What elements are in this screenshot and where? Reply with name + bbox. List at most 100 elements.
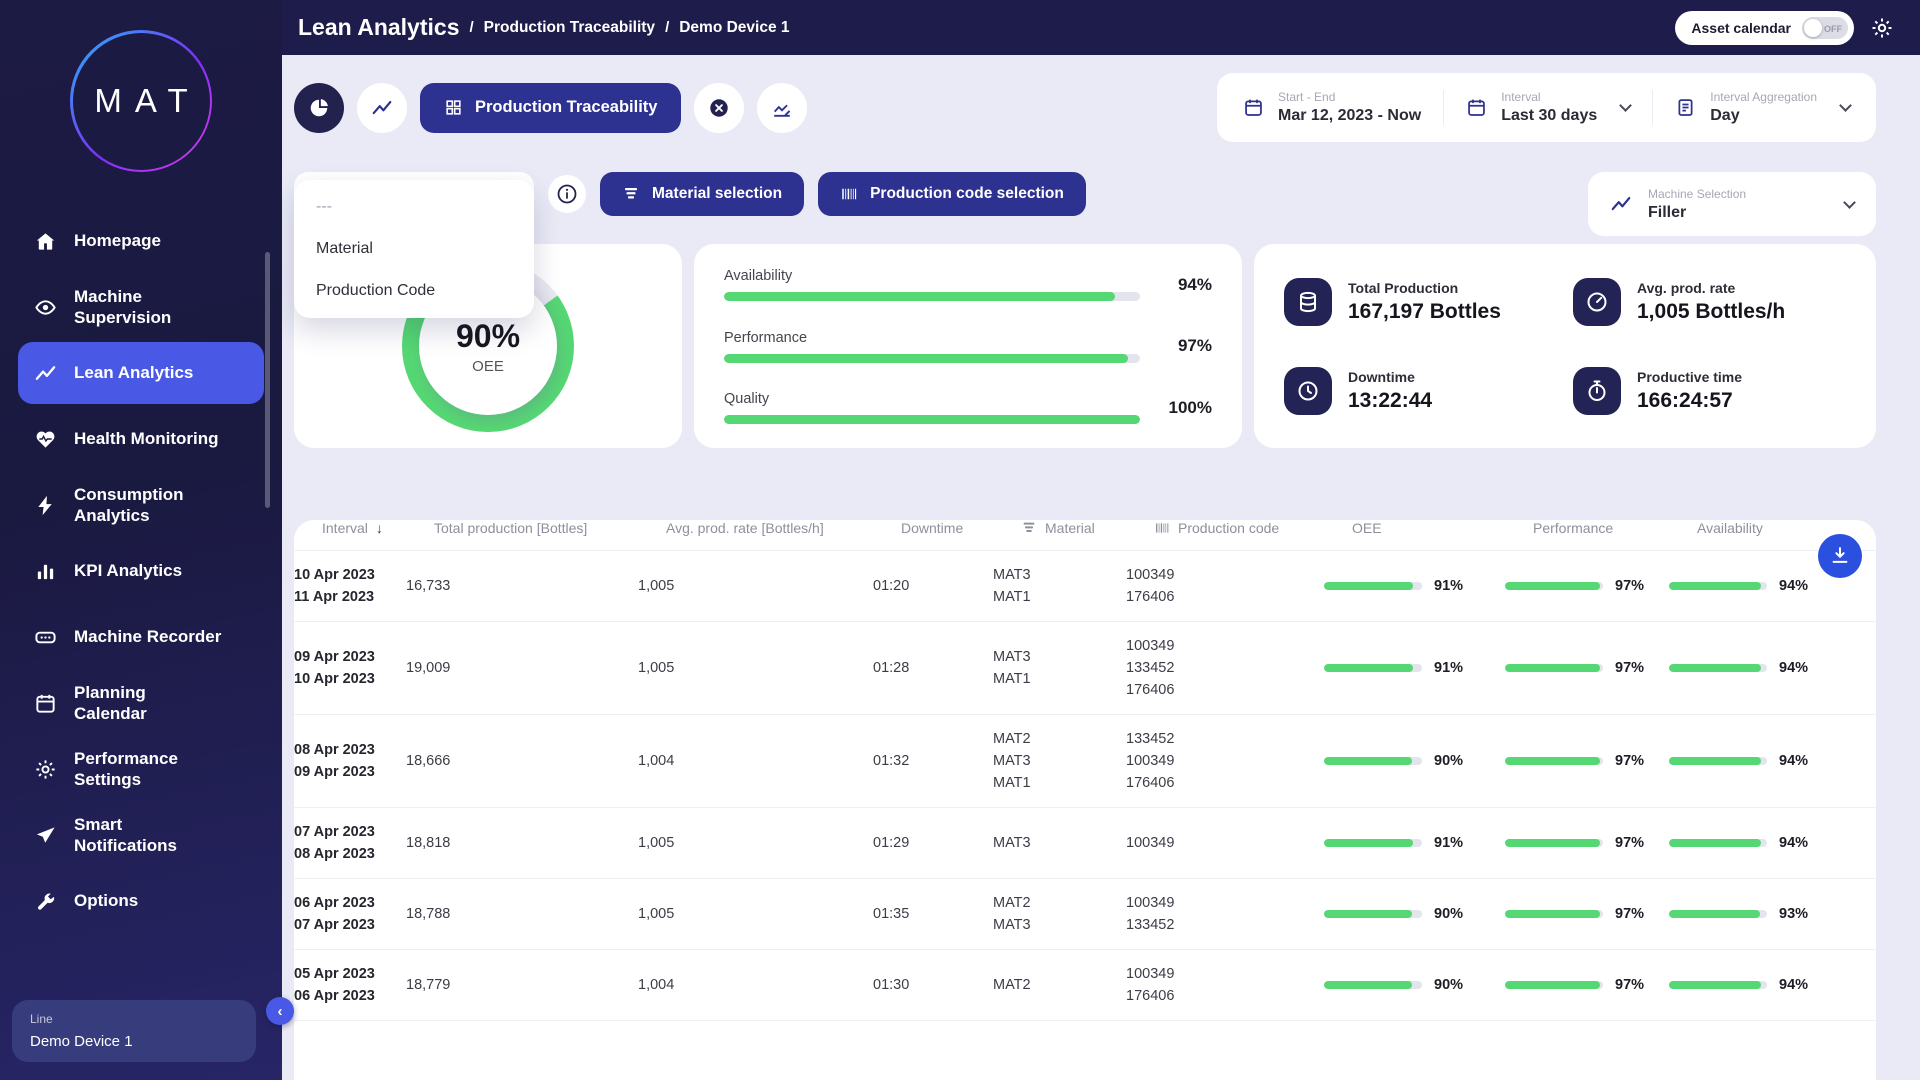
cell-interval: 10 Apr 202311 Apr 2023 — [294, 564, 406, 608]
machine-selection-dropdown[interactable]: Machine Selection Filler — [1588, 172, 1876, 236]
column-material[interactable]: Material — [1021, 520, 1154, 536]
breadcrumb-section[interactable]: Production Traceability — [484, 19, 655, 37]
metrics-card: Availability 94% Performance 97% Quality… — [694, 244, 1242, 448]
trend-icon — [34, 362, 57, 385]
cell-interval: 06 Apr 202307 Apr 2023 — [294, 892, 406, 936]
line-chart-view-button[interactable] — [357, 83, 407, 133]
oee-progress-bar — [1324, 839, 1422, 847]
table-row[interactable]: 06 Apr 202307 Apr 2023 18,788 1,005 01:3… — [294, 878, 1876, 949]
column-avg-prod-rate[interactable]: Avg. prod. rate [Bottles/h] — [666, 520, 901, 536]
availability-percent: 94% — [1779, 657, 1808, 679]
breadcrumb-device[interactable]: Demo Device 1 — [679, 19, 789, 37]
interval-end-date: 09 Apr 2023 — [294, 761, 406, 783]
cell-performance: 97% — [1505, 974, 1669, 996]
oee-percent: 90% — [1434, 903, 1463, 925]
kpi-downtime: Downtime 13:22:44 — [1284, 359, 1557, 422]
barcode-icon — [840, 185, 858, 203]
kpi-value: 13:22:44 — [1348, 389, 1432, 413]
toolbar-row: Production Traceability Start - End Mar … — [294, 73, 1876, 142]
sidebar-collapse-button[interactable]: ‹ — [266, 997, 294, 1025]
sidebar-item-machine-recorder[interactable]: Machine Recorder — [18, 606, 264, 668]
breadcrumb: Lean Analytics Production Traceability D… — [298, 14, 790, 41]
production-code-value: 176406 — [1126, 586, 1324, 608]
table-row[interactable]: 05 Apr 202306 Apr 2023 18,779 1,004 01:3… — [294, 949, 1876, 1020]
column-production-code[interactable]: Production code — [1154, 520, 1352, 536]
production-code-value: 133452 — [1126, 657, 1324, 679]
download-button[interactable] — [1818, 534, 1862, 578]
calendar-icon — [34, 692, 57, 715]
production-traceability-button[interactable]: Production Traceability — [420, 83, 681, 133]
sidebar: MAT Homepage Machine Supervision Lean An… — [0, 0, 282, 1080]
cell-total-production: 18,779 — [406, 974, 638, 996]
sidebar-item-options[interactable]: Options — [18, 870, 264, 932]
date-range-picker[interactable]: Start - End Mar 12, 2023 - Now — [1221, 90, 1443, 125]
oee-progress-bar — [1324, 757, 1422, 765]
cell-production-code: 100349176406 — [1126, 963, 1324, 1007]
interval-end-date: 08 Apr 2023 — [294, 843, 406, 865]
column-total-production[interactable]: Total production [Bottles] — [434, 520, 666, 536]
sidebar-item-homepage[interactable]: Homepage — [18, 210, 264, 272]
info-button[interactable] — [548, 175, 586, 213]
trend-icon — [371, 97, 393, 119]
cell-oee: 91% — [1324, 832, 1505, 854]
download-icon — [1829, 544, 1851, 569]
interval-start-date: 05 Apr 2023 — [294, 963, 406, 985]
interval-dropdown[interactable]: Interval Last 30 days — [1443, 90, 1652, 125]
cell-material: MAT2MAT3 — [993, 892, 1126, 936]
breadcrumb-root[interactable]: Lean Analytics — [298, 14, 459, 41]
column-downtime[interactable]: Downtime — [901, 520, 1021, 536]
logo-ring: MAT — [70, 30, 212, 172]
chart-settings-button[interactable] — [757, 83, 807, 133]
sidebar-item-smart-notifications[interactable]: Smart Notifications — [18, 804, 264, 866]
timer-icon — [1573, 367, 1621, 415]
oee-value: 90% — [456, 318, 520, 355]
availability-percent: 94% — [1779, 974, 1808, 996]
performance-progress-bar — [1505, 757, 1603, 765]
asset-calendar-switch[interactable]: OFF — [1802, 17, 1848, 39]
cell-availability: 94% — [1669, 575, 1876, 597]
device-card[interactable]: Line Demo Device 1 — [12, 1000, 256, 1062]
aggregation-texts: Interval Aggregation Day — [1710, 90, 1817, 125]
sidebar-item-planning-calendar[interactable]: Planning Calendar — [18, 672, 264, 734]
sidebar-item-performance-settings[interactable]: Performance Settings — [18, 738, 264, 800]
interval-start-date: 06 Apr 2023 — [294, 892, 406, 914]
menu-option-material[interactable]: Material — [294, 228, 534, 270]
kpi-value: 167,197 Bottles — [1348, 300, 1501, 324]
settings-gear-icon[interactable] — [1870, 16, 1894, 40]
material-selection-button[interactable]: Material selection — [600, 172, 804, 216]
sidebar-scrollbar[interactable] — [265, 252, 270, 508]
table-row[interactable]: 07 Apr 202308 Apr 2023 18,818 1,005 01:2… — [294, 807, 1876, 878]
table-row[interactable]: 10 Apr 202311 Apr 2023 16,733 1,005 01:2… — [294, 550, 1876, 621]
clear-selection-button[interactable] — [694, 83, 744, 133]
sidebar-item-consumption-analytics[interactable]: Consumption Analytics — [18, 474, 264, 536]
column-performance[interactable]: Performance — [1533, 520, 1697, 536]
calendar-icon — [1243, 97, 1264, 118]
table-row-divider — [294, 1020, 1876, 1021]
sidebar-item-health-monitoring[interactable]: Health Monitoring — [18, 408, 264, 470]
table-row[interactable]: 09 Apr 202310 Apr 2023 19,009 1,005 01:2… — [294, 621, 1876, 714]
availability-progress-bar — [1669, 910, 1767, 918]
menu-option-production-code[interactable]: Production Code — [294, 270, 534, 312]
cell-oee: 91% — [1324, 575, 1505, 597]
asset-calendar-label: Asset calendar — [1691, 20, 1791, 36]
table-row[interactable]: 08 Apr 202309 Apr 2023 18,666 1,004 01:3… — [294, 714, 1876, 807]
production-code-selection-button[interactable]: Production code selection — [818, 172, 1086, 216]
interval-aggregation-dropdown[interactable]: Interval Aggregation Day — [1652, 90, 1872, 125]
gear-icon — [34, 758, 57, 781]
sidebar-item-machine-supervision[interactable]: Machine Supervision — [18, 276, 264, 338]
column-availability[interactable]: Availability — [1697, 520, 1848, 536]
asset-calendar-toggle-pill[interactable]: Asset calendar OFF — [1675, 11, 1854, 45]
material-value: MAT3 — [993, 914, 1126, 936]
oee-percent: 91% — [1434, 575, 1463, 597]
performance-progress-bar — [1505, 839, 1603, 847]
sidebar-item-lean-analytics[interactable]: Lean Analytics — [18, 342, 264, 404]
sidebar-item-kpi-analytics[interactable]: KPI Analytics — [18, 540, 264, 602]
column-oee[interactable]: OEE — [1352, 520, 1533, 536]
menu-option-none[interactable]: --- — [294, 186, 534, 228]
column-interval[interactable]: Interval — [322, 520, 434, 536]
interval-end-date: 06 Apr 2023 — [294, 985, 406, 1007]
document-icon — [1675, 97, 1696, 118]
cell-downtime: 01:32 — [873, 750, 993, 772]
material-value: MAT1 — [993, 772, 1126, 794]
pie-chart-view-button[interactable] — [294, 83, 344, 133]
